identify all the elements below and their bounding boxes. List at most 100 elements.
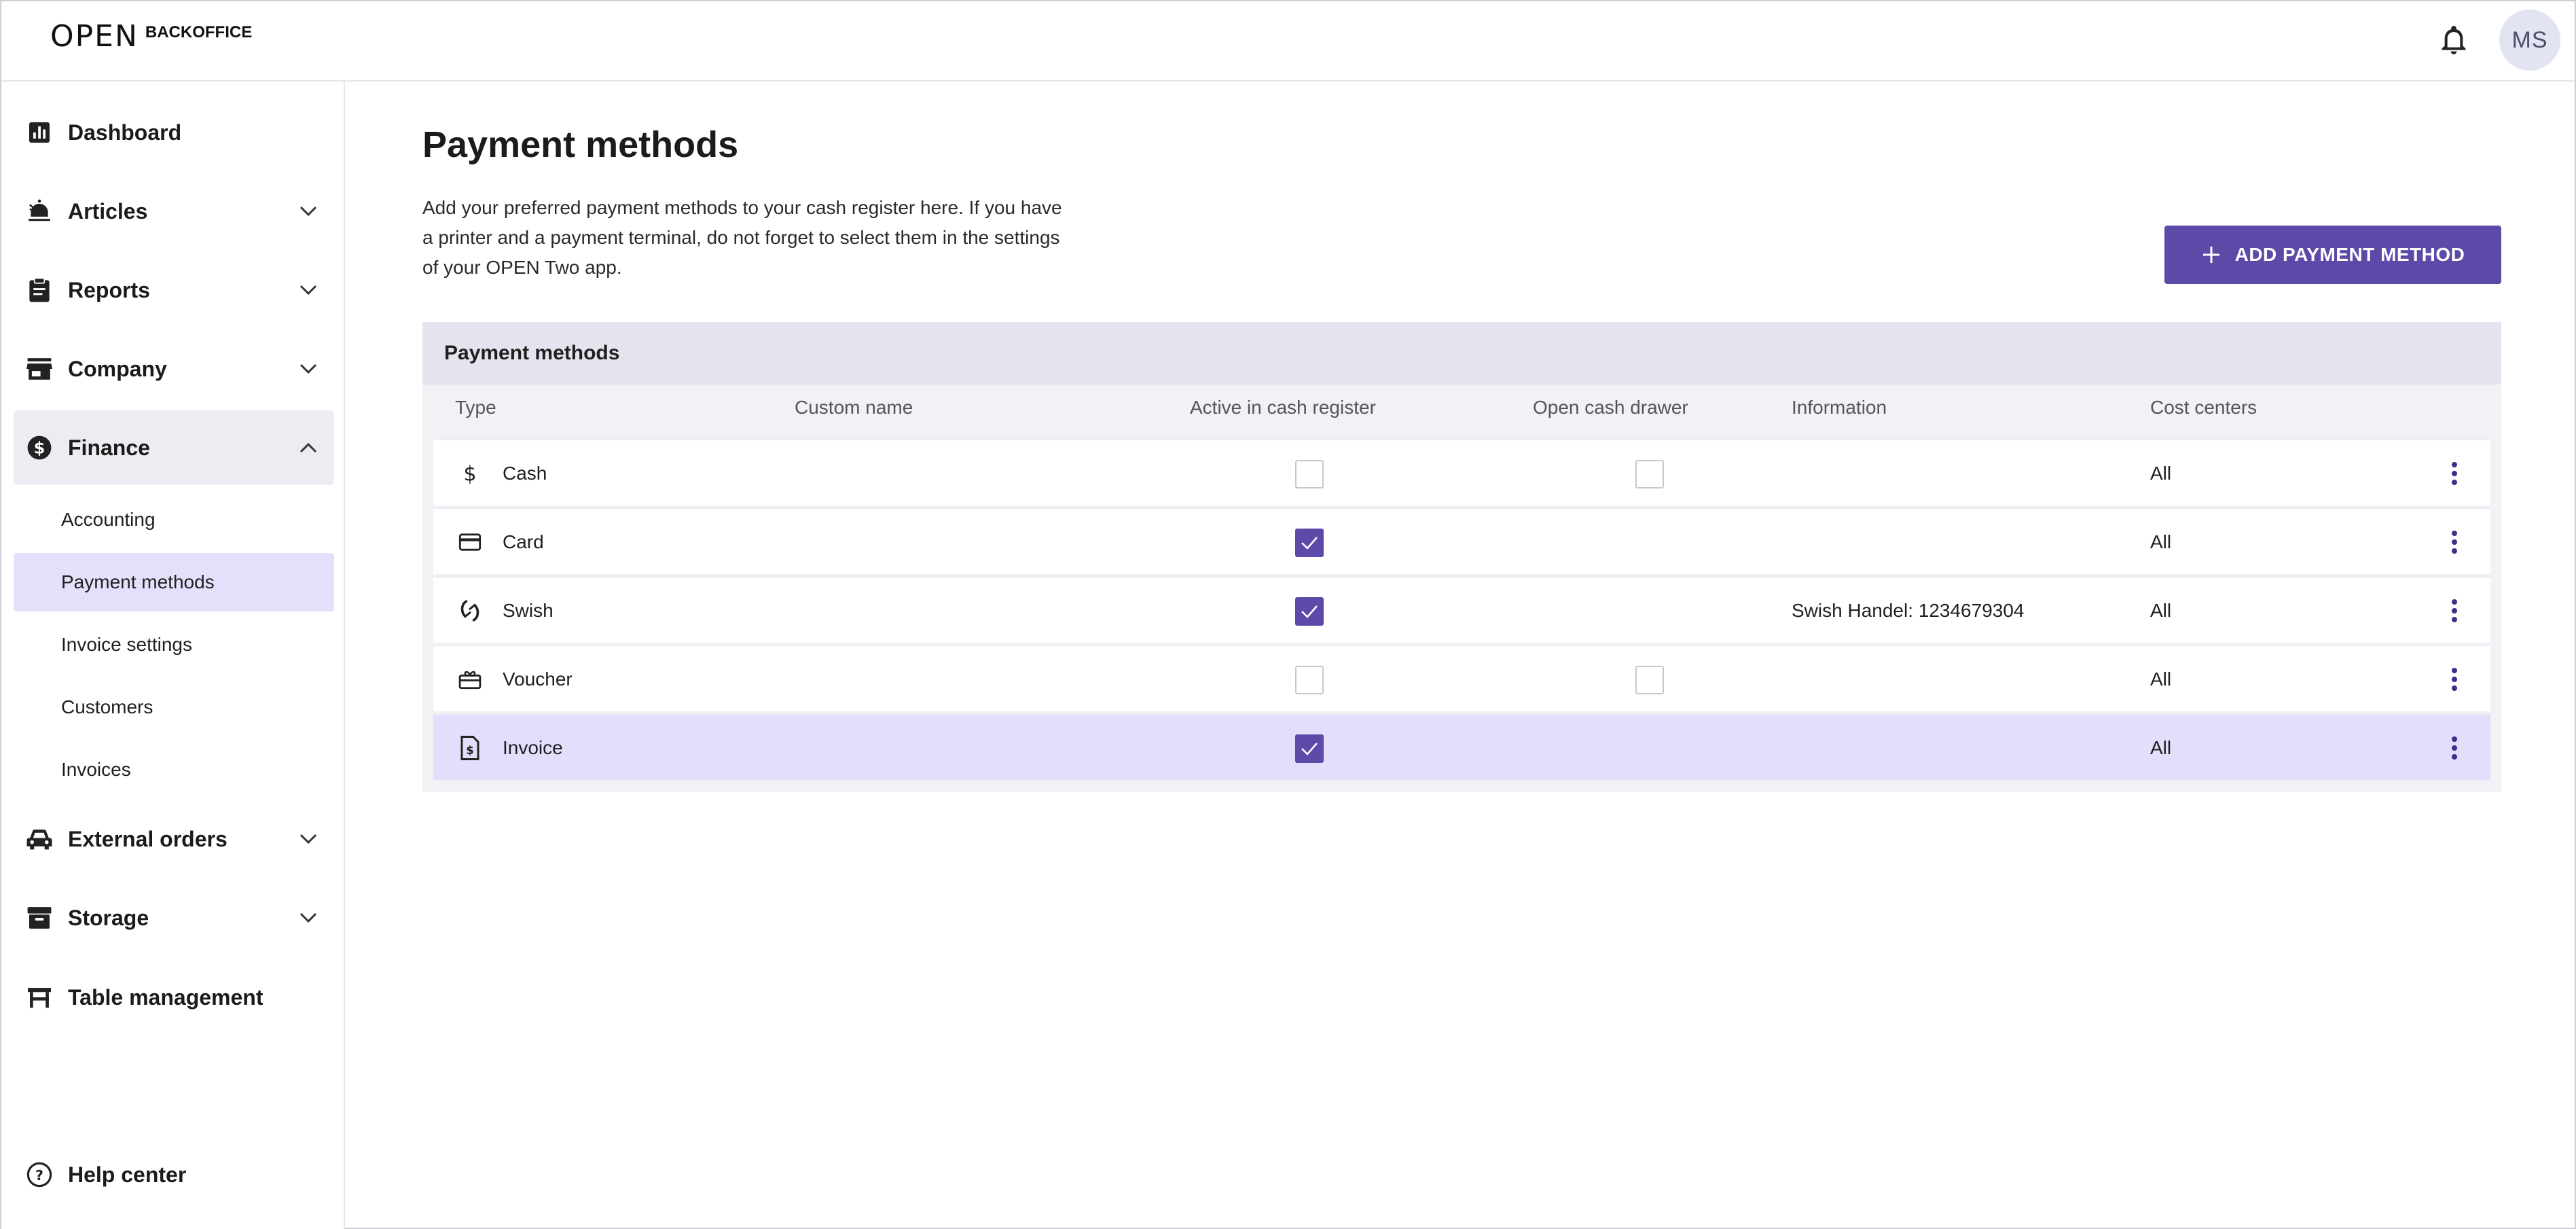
checkmark-icon <box>1301 743 1318 755</box>
chevron-up-icon[interactable] <box>295 434 322 461</box>
active-in-cash-register-checkbox[interactable] <box>1295 529 1324 557</box>
sidebar-subitem-accounting[interactable]: Accounting <box>14 491 334 549</box>
more-vert-icon[interactable] <box>2438 526 2471 558</box>
sidebar-item-company[interactable]: Company <box>14 332 334 406</box>
chevron-down-icon[interactable] <box>295 277 322 304</box>
active-in-cash-register-checkbox[interactable] <box>1295 734 1324 763</box>
main-content: Payment methods Add your preferred payme… <box>345 82 2576 1229</box>
active-in-cash-register-checkbox[interactable] <box>1295 666 1324 694</box>
sidebar-item-reports[interactable]: Reports <box>14 253 334 327</box>
gift-card-icon <box>456 666 484 693</box>
table-row-swish[interactable]: Swish Swish Handel: 1234679304 All <box>433 576 2490 643</box>
svg-text:$: $ <box>466 744 473 757</box>
sidebar-subitem-label: Invoices <box>61 759 131 780</box>
column-header-open-cash-drawer[interactable]: Open cash drawer <box>1533 397 1688 418</box>
payment-methods-table: Payment methods Type Custom name Active … <box>422 322 2501 792</box>
swish-icon <box>456 597 484 624</box>
row-cost-centers: All <box>2150 669 2172 690</box>
store-icon <box>24 354 54 384</box>
sidebar-item-external-orders[interactable]: External orders <box>14 802 334 876</box>
sidebar-subitem-label: Payment methods <box>61 571 215 592</box>
row-cost-centers: All <box>2150 600 2172 621</box>
table-row-card[interactable]: Card All <box>433 507 2490 574</box>
svg-text:?: ? <box>35 1167 43 1183</box>
invoice-icon: $ <box>456 734 484 762</box>
checkmark-icon <box>1301 537 1318 550</box>
sidebar-item-help-center[interactable]: ? Help center <box>14 1137 334 1212</box>
sidebar-item-storage[interactable]: Storage <box>14 880 334 955</box>
sidebar-item-label: Company <box>68 356 167 381</box>
table-title: Payment methods <box>444 342 620 364</box>
row-type-label: Swish <box>503 600 554 621</box>
more-vert-icon[interactable] <box>2438 663 2471 696</box>
sidebar: Dashboard Articles Reports Company $ Fin… <box>1 82 345 1229</box>
sidebar-item-finance[interactable]: $ Finance <box>14 410 334 485</box>
car-icon <box>24 824 54 854</box>
logo-text: BACKOFFICE <box>145 23 253 41</box>
row-cost-centers: All <box>2150 463 2172 484</box>
more-vert-icon[interactable] <box>2438 732 2471 764</box>
clipboard-icon <box>24 275 54 305</box>
more-vert-icon[interactable] <box>2438 594 2471 627</box>
column-header-active-in-cash-register[interactable]: Active in cash register <box>1190 397 1376 418</box>
sidebar-subitem-payment-methods[interactable]: Payment methods <box>14 553 334 611</box>
logo[interactable]: OPEN BACKOFFICE <box>50 19 252 54</box>
row-cost-centers: All <box>2150 737 2172 758</box>
chevron-down-icon[interactable] <box>295 355 322 382</box>
row-type-label: Invoice <box>503 737 563 758</box>
column-header-custom-name[interactable]: Custom name <box>795 397 913 418</box>
sidebar-subitem-label: Invoice settings <box>61 634 192 655</box>
table-row-voucher[interactable]: Voucher All <box>433 645 2490 711</box>
credit-card-icon <box>456 529 484 556</box>
sidebar-item-label: Articles <box>68 198 148 224</box>
archive-icon <box>24 903 54 933</box>
dollar-icon: $ <box>456 460 484 487</box>
svg-text:$: $ <box>34 439 46 458</box>
plus-icon <box>2202 247 2219 263</box>
food-icon <box>24 196 54 226</box>
column-header-type[interactable]: Type <box>455 397 496 418</box>
sidebar-item-label: Dashboard <box>68 120 182 145</box>
page-title: Payment methods <box>422 124 739 165</box>
chevron-down-icon[interactable] <box>295 198 322 225</box>
active-in-cash-register-checkbox[interactable] <box>1295 597 1324 626</box>
sidebar-subitem-invoice-settings[interactable]: Invoice settings <box>14 616 334 674</box>
chevron-down-icon[interactable] <box>295 904 322 931</box>
app-window: OPEN BACKOFFICE MS Dashboard Articles Re… <box>0 0 2576 1229</box>
sidebar-item-dashboard[interactable]: Dashboard <box>14 95 334 170</box>
dollar-circle-icon: $ <box>24 433 54 463</box>
table-header-bar: Payment methods <box>422 322 2501 385</box>
notifications-bell-icon[interactable] <box>2435 22 2473 60</box>
table-icon <box>24 982 54 1012</box>
sidebar-subitem-customers[interactable]: Customers <box>14 678 334 736</box>
sidebar-item-label: Finance <box>68 435 150 460</box>
row-information: Swish Handel: 1234679304 <box>1792 600 2025 621</box>
top-bar: OPEN BACKOFFICE MS <box>1 1 2575 82</box>
sidebar-subitem-invoices[interactable]: Invoices <box>14 741 334 799</box>
chevron-down-icon[interactable] <box>295 825 322 853</box>
column-header-cost-centers[interactable]: Cost centers <box>2150 397 2257 418</box>
sidebar-subitem-label: Customers <box>61 696 153 717</box>
column-header-information[interactable]: Information <box>1792 397 1887 418</box>
checkmark-icon <box>1301 605 1318 618</box>
open-cash-drawer-checkbox[interactable] <box>1635 460 1664 488</box>
active-in-cash-register-checkbox[interactable] <box>1295 460 1324 488</box>
sidebar-item-table-management[interactable]: Table management <box>14 960 334 1035</box>
sidebar-item-label: Reports <box>68 277 150 302</box>
avatar[interactable]: MS <box>2499 10 2560 71</box>
svg-text:$: $ <box>463 463 476 486</box>
bar-chart-icon <box>24 118 54 147</box>
sidebar-item-label: Storage <box>68 905 149 930</box>
open-cash-drawer-checkbox[interactable] <box>1635 666 1664 694</box>
more-vert-icon[interactable] <box>2438 457 2471 490</box>
row-type-label: Voucher <box>503 669 573 690</box>
sidebar-item-articles[interactable]: Articles <box>14 174 334 249</box>
page-description: Add your preferred payment methods to yo… <box>422 197 1062 278</box>
row-type-label: Card <box>503 531 544 552</box>
table-row-invoice[interactable]: $ Invoice All <box>433 713 2490 780</box>
sidebar-subitem-label: Accounting <box>61 509 156 530</box>
help-circle-icon: ? <box>24 1160 54 1190</box>
table-row-cash[interactable]: $ Cash All <box>433 439 2490 505</box>
add-payment-method-button[interactable]: ADD PAYMENT METHOD <box>2164 226 2501 284</box>
row-cost-centers: All <box>2150 531 2172 552</box>
